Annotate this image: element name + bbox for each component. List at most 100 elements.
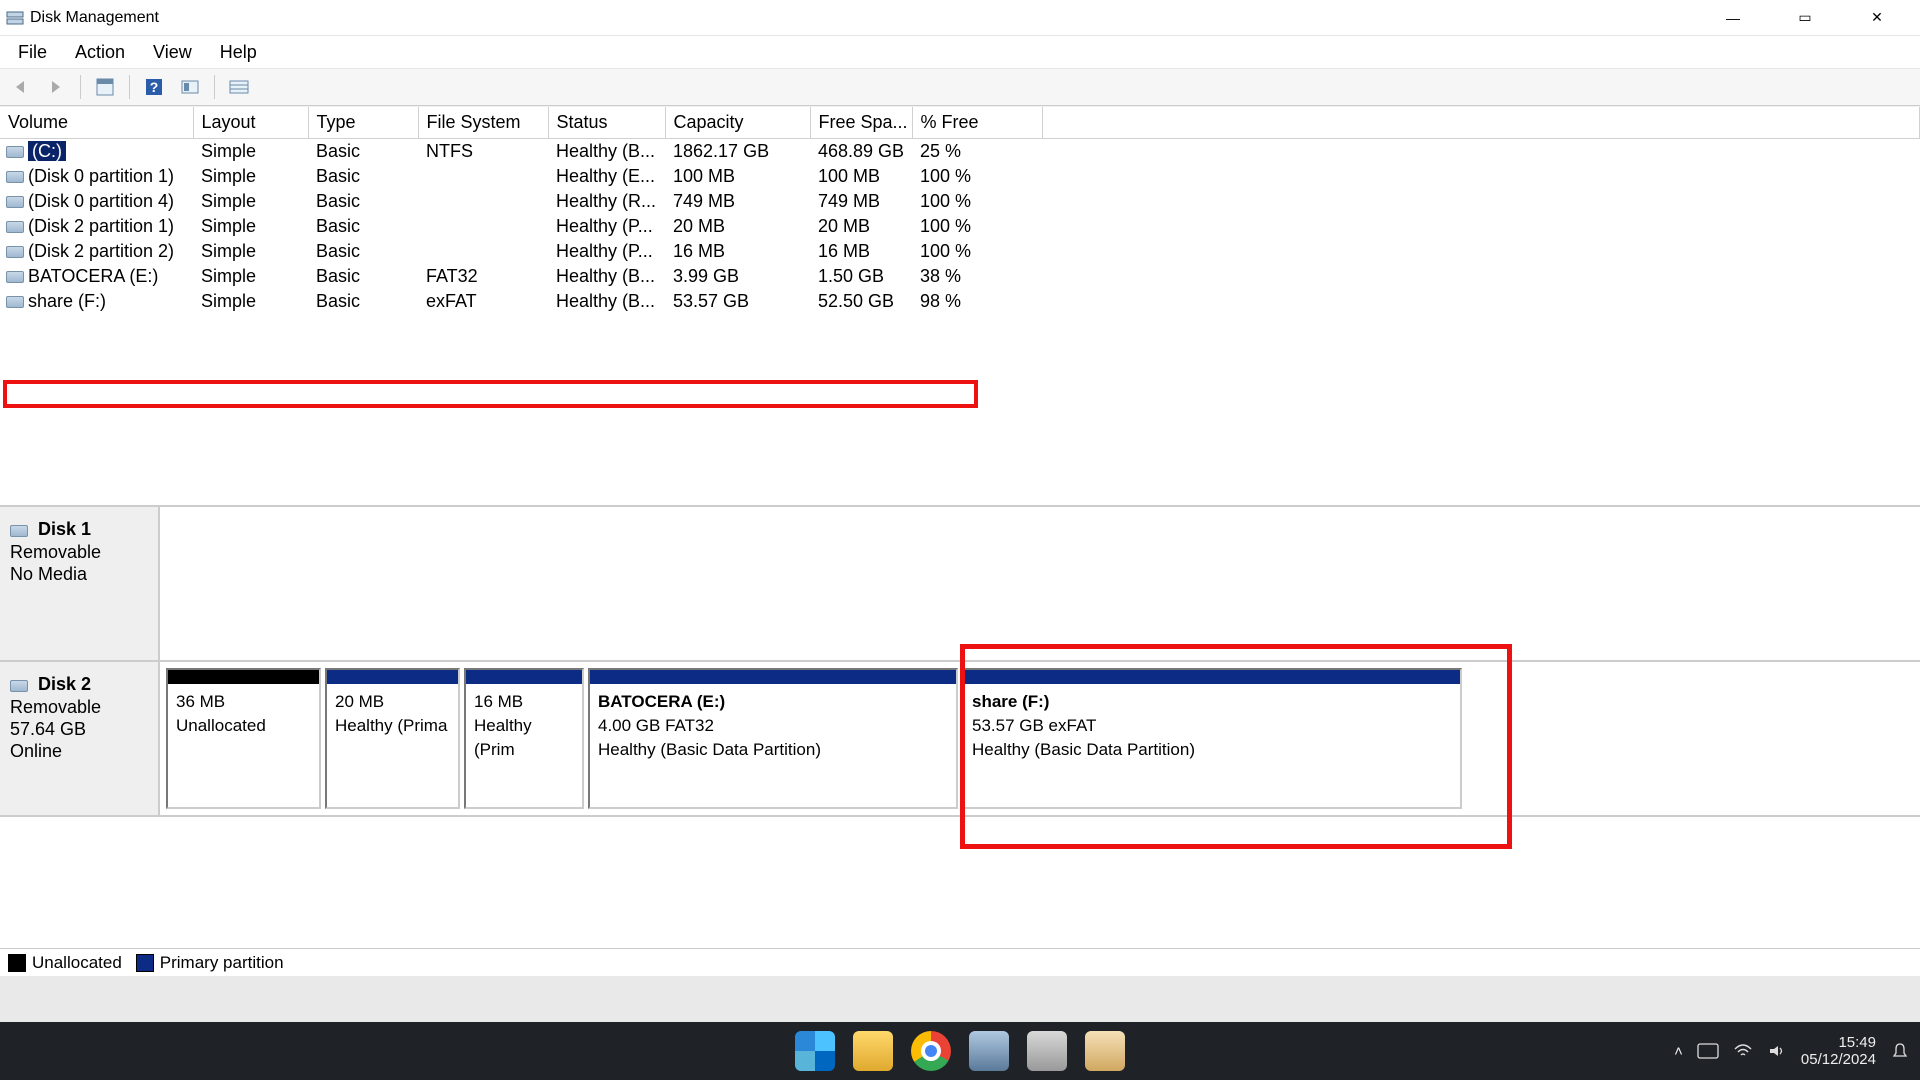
clock-date: 05/12/2024 bbox=[1801, 1051, 1876, 1068]
cell-fs bbox=[418, 214, 548, 239]
chrome-icon[interactable] bbox=[911, 1031, 951, 1071]
disk-partitions bbox=[160, 507, 1920, 660]
cell-pct: 100 % bbox=[912, 189, 1042, 214]
cell-pct: 100 % bbox=[912, 239, 1042, 264]
menubar: File Action View Help bbox=[0, 36, 1920, 69]
cell-type: Basic bbox=[308, 214, 418, 239]
disk-row[interactable]: Disk 2Removable57.64 GBOnline36 MBUnallo… bbox=[0, 662, 1920, 817]
tool-icon-3[interactable] bbox=[1085, 1031, 1125, 1071]
col-free[interactable]: Free Spa... bbox=[810, 107, 912, 139]
close-button[interactable]: ✕ bbox=[1854, 9, 1900, 26]
disk-info-line: 57.64 GB bbox=[10, 719, 148, 740]
partition-bar bbox=[964, 670, 1460, 684]
partition-bar bbox=[590, 670, 956, 684]
cell-volume: (Disk 2 partition 2) bbox=[0, 239, 193, 264]
refresh-button[interactable] bbox=[176, 73, 204, 101]
partition[interactable]: 36 MBUnallocated bbox=[166, 668, 321, 809]
help-button[interactable]: ? bbox=[140, 73, 168, 101]
col-pct[interactable]: % Free bbox=[912, 107, 1042, 139]
disk-info-line: No Media bbox=[10, 564, 148, 585]
menu-action[interactable]: Action bbox=[65, 38, 135, 67]
taskbar[interactable]: ˄ 15:49 05/12/2024 bbox=[0, 1022, 1920, 1080]
table-row[interactable]: (Disk 2 partition 2)SimpleBasicHealthy (… bbox=[0, 239, 1920, 264]
col-volume[interactable]: Volume bbox=[0, 107, 193, 139]
partition-bar bbox=[466, 670, 582, 684]
partition[interactable]: 16 MBHealthy (Prim bbox=[464, 668, 584, 809]
table-row[interactable]: (Disk 2 partition 1)SimpleBasicHealthy (… bbox=[0, 214, 1920, 239]
legend-swatch-primary bbox=[136, 954, 154, 972]
file-explorer-icon[interactable] bbox=[853, 1031, 893, 1071]
cell-fs bbox=[418, 164, 548, 189]
table-row[interactable]: BATOCERA (E:)SimpleBasicFAT32Healthy (B.… bbox=[0, 264, 1920, 289]
notification-icon[interactable] bbox=[1890, 1041, 1910, 1061]
volume-icon bbox=[6, 196, 24, 208]
graphical-pane[interactable]: Disk 1RemovableNo MediaDisk 2Removable57… bbox=[0, 507, 1920, 978]
system-tray[interactable]: ˄ 15:49 05/12/2024 bbox=[1674, 1034, 1910, 1069]
disk-name: Disk 1 bbox=[38, 519, 91, 540]
table-row[interactable]: share (F:)SimpleBasicexFATHealthy (B...5… bbox=[0, 289, 1920, 314]
start-button[interactable] bbox=[795, 1031, 835, 1071]
volume-icon[interactable] bbox=[1767, 1043, 1787, 1059]
maximize-button[interactable]: ▭ bbox=[1782, 9, 1828, 26]
col-layout[interactable]: Layout bbox=[193, 107, 308, 139]
column-headers[interactable]: Volume Layout Type File System Status Ca… bbox=[0, 107, 1920, 139]
partition-status: Healthy (Prim bbox=[474, 714, 574, 762]
partition[interactable]: BATOCERA (E:)4.00 GB FAT32Healthy (Basic… bbox=[588, 668, 958, 809]
cell-free: 52.50 GB bbox=[810, 289, 912, 314]
tool-icon-2[interactable] bbox=[1027, 1031, 1067, 1071]
back-button[interactable] bbox=[6, 73, 34, 101]
legend-label-primary: Primary partition bbox=[160, 953, 284, 973]
legend-label-unallocated: Unallocated bbox=[32, 953, 122, 973]
menu-view[interactable]: View bbox=[143, 38, 202, 67]
cell-layout: Simple bbox=[193, 164, 308, 189]
keyboard-icon[interactable] bbox=[1697, 1043, 1719, 1059]
volume-icon bbox=[6, 221, 24, 233]
minimize-button[interactable]: — bbox=[1710, 10, 1756, 26]
table-row[interactable]: (C:)SimpleBasicNTFSHealthy (B...1862.17 … bbox=[0, 139, 1920, 165]
partition-status: Healthy (Basic Data Partition) bbox=[598, 738, 948, 762]
cell-pct: 100 % bbox=[912, 214, 1042, 239]
forward-button[interactable] bbox=[42, 73, 70, 101]
disk-label: Disk 1RemovableNo Media bbox=[0, 507, 160, 660]
table-row[interactable]: (Disk 0 partition 1)SimpleBasicHealthy (… bbox=[0, 164, 1920, 189]
cell-type: Basic bbox=[308, 289, 418, 314]
volume-list[interactable]: Volume Layout Type File System Status Ca… bbox=[0, 107, 1920, 507]
partition-status: Healthy (Basic Data Partition) bbox=[972, 738, 1452, 762]
partition-name: BATOCERA (E:) bbox=[598, 690, 948, 714]
tray-chevron-icon[interactable]: ˄ bbox=[1674, 1043, 1683, 1060]
clock[interactable]: 15:49 05/12/2024 bbox=[1801, 1034, 1876, 1069]
clock-time: 15:49 bbox=[1801, 1034, 1876, 1051]
col-fs[interactable]: File System bbox=[418, 107, 548, 139]
partition-status: Healthy (Prima bbox=[335, 714, 450, 738]
toolbar-separator bbox=[80, 75, 81, 99]
partition[interactable]: share (F:)53.57 GB exFATHealthy (Basic D… bbox=[962, 668, 1462, 809]
tool-icon-1[interactable] bbox=[969, 1031, 1009, 1071]
cell-volume: (Disk 0 partition 4) bbox=[0, 189, 193, 214]
partition[interactable]: 20 MBHealthy (Prima bbox=[325, 668, 460, 809]
properties-button[interactable] bbox=[91, 73, 119, 101]
table-row[interactable]: (Disk 0 partition 4)SimpleBasicHealthy (… bbox=[0, 189, 1920, 214]
svg-text:?: ? bbox=[150, 79, 159, 95]
menu-file[interactable]: File bbox=[8, 38, 57, 67]
cell-free: 20 MB bbox=[810, 214, 912, 239]
cell-volume: share (F:) bbox=[0, 289, 193, 314]
volume-icon bbox=[6, 146, 24, 158]
wifi-icon[interactable] bbox=[1733, 1043, 1753, 1059]
toolbar-separator bbox=[214, 75, 215, 99]
partition-bar bbox=[327, 670, 458, 684]
cell-type: Basic bbox=[308, 164, 418, 189]
col-capacity[interactable]: Capacity bbox=[665, 107, 810, 139]
cell-status: Healthy (P... bbox=[548, 214, 665, 239]
list-view-button[interactable] bbox=[225, 73, 253, 101]
cell-type: Basic bbox=[308, 189, 418, 214]
desktop-gap bbox=[0, 976, 1920, 1022]
disk-row[interactable]: Disk 1RemovableNo Media bbox=[0, 507, 1920, 662]
highlight-annotation-row bbox=[3, 380, 978, 408]
disk-icon bbox=[10, 680, 28, 692]
menu-help[interactable]: Help bbox=[210, 38, 267, 67]
cell-layout: Simple bbox=[193, 189, 308, 214]
col-type[interactable]: Type bbox=[308, 107, 418, 139]
col-status[interactable]: Status bbox=[548, 107, 665, 139]
cell-type: Basic bbox=[308, 139, 418, 165]
window-title: Disk Management bbox=[30, 9, 1710, 27]
